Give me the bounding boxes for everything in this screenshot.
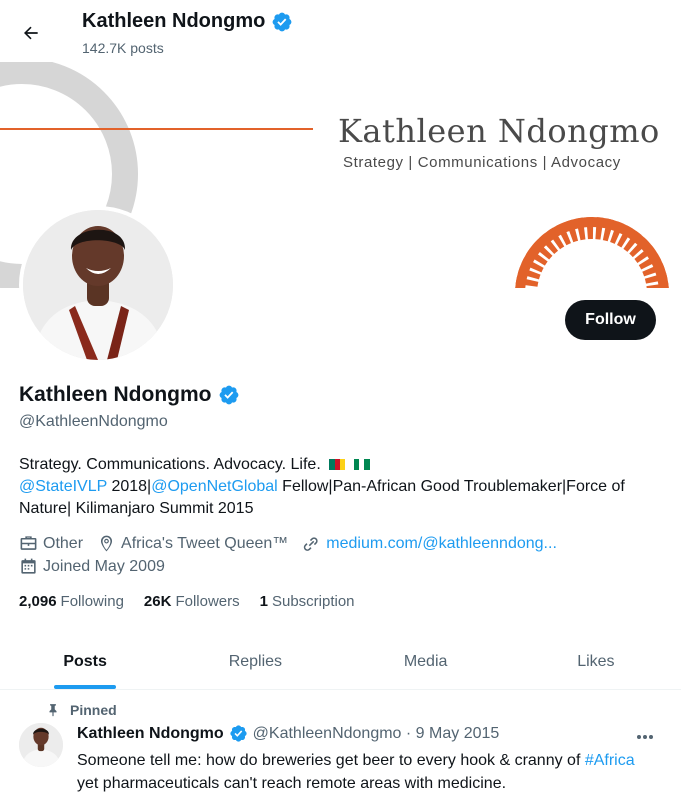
profile-name-row: Kathleen Ndongmo xyxy=(19,383,240,407)
arrow-left-icon xyxy=(24,26,38,40)
banner-title: Kathleen Ndongmo xyxy=(338,112,660,150)
briefcase-icon xyxy=(20,536,37,550)
profile-location: Africa's Tweet Queen™ xyxy=(97,534,288,553)
tab-replies[interactable]: Replies xyxy=(170,635,340,689)
cameroon-flag-icon xyxy=(329,455,346,470)
subscription-label: Subscription xyxy=(271,593,355,610)
header-posts-count: 142.7K posts xyxy=(82,40,164,56)
pinned-post[interactable]: Pinned Kathleen Ndongmo @KathleenNdongmo… xyxy=(0,691,681,800)
calendar-icon xyxy=(21,558,36,574)
post-text-part-2: yet pharmaceuticals can't reach remote a… xyxy=(77,775,507,792)
category-label: Other xyxy=(43,534,84,552)
profile-joined-row: Joined May 2009 xyxy=(19,557,179,576)
bio-mention-opennetglobal[interactable]: @OpenNetGlobal xyxy=(151,478,278,495)
bio-text-1: Strategy. Communications. Advocacy. Life… xyxy=(19,456,321,473)
post-author-name[interactable]: Kathleen Ndongmo xyxy=(77,725,224,743)
avatar-photo xyxy=(23,210,173,360)
profile-meta-row: Other Africa's Tweet Queen™ medium.com/@… xyxy=(19,534,571,553)
followers-label: Followers xyxy=(175,593,240,610)
pinned-indicator: Pinned xyxy=(46,702,117,718)
profile-display-name: Kathleen Ndongmo xyxy=(19,383,212,406)
banner-subtitle: Strategy | Communications | Advocacy xyxy=(343,154,621,171)
location-label: Africa's Tweet Queen™ xyxy=(121,534,289,552)
location-pin-icon xyxy=(100,535,113,552)
link-icon xyxy=(304,537,318,551)
post-text: Someone tell me: how do breweries get be… xyxy=(77,749,657,795)
bio-line-2: @StateIVLP 2018|@OpenNetGlobal Fellow|Pa… xyxy=(19,476,664,520)
subscription-count: 1 xyxy=(259,593,268,610)
joined-label: Joined May 2009 xyxy=(43,557,165,575)
tab-posts[interactable]: Posts xyxy=(0,635,170,689)
following-count: 2,096 xyxy=(19,593,57,610)
bio-text-2: 2018| xyxy=(107,478,152,495)
profile-handle: @KathleenNdongmo xyxy=(19,413,168,430)
follow-button[interactable]: Follow xyxy=(565,300,656,340)
pin-icon xyxy=(49,704,57,717)
profile-joined: Joined May 2009 xyxy=(19,557,165,576)
profile-top-bar: Kathleen Ndongmo 142.7K posts xyxy=(0,0,681,62)
post-text-part-1: Someone tell me: how do breweries get be… xyxy=(77,752,585,769)
bio-line-1: Strategy. Communications. Advocacy. Life… xyxy=(19,454,664,476)
profile-avatar[interactable] xyxy=(19,206,177,364)
header-name: Kathleen Ndongmo xyxy=(82,10,266,32)
tab-likes[interactable]: Likes xyxy=(511,635,681,689)
followers-stat[interactable]: 26K Followers xyxy=(144,593,240,610)
profile-category: Other xyxy=(19,534,83,553)
post-hashtag-africa[interactable]: #Africa xyxy=(585,752,635,769)
back-button[interactable] xyxy=(14,16,48,50)
profile-website[interactable]: medium.com/@kathleenndong... xyxy=(302,534,557,553)
verified-badge-icon xyxy=(230,725,247,742)
post-more-button[interactable] xyxy=(633,727,657,747)
more-dots-icon xyxy=(637,735,653,739)
profile-tabs: Posts Replies Media Likes xyxy=(0,635,681,690)
subscription-stat[interactable]: 1 Subscription xyxy=(260,593,355,610)
followers-count: 26K xyxy=(143,593,172,610)
post-header: Kathleen Ndongmo @KathleenNdongmo · 9 Ma… xyxy=(77,724,499,743)
verified-badge-icon xyxy=(272,12,292,31)
post-author-avatar[interactable] xyxy=(19,723,63,767)
post-avatar-photo xyxy=(19,723,63,767)
header-name-row: Kathleen Ndongmo xyxy=(82,10,293,33)
following-label: Following xyxy=(60,593,124,610)
bio-mention-stateivlp[interactable]: @StateIVLP xyxy=(19,478,107,495)
verified-badge-icon[interactable] xyxy=(218,384,240,406)
post-handle-date[interactable]: @KathleenNdongmo · 9 May 2015 xyxy=(253,725,500,743)
nigeria-flag-icon xyxy=(353,455,370,470)
following-stat[interactable]: 2,096 Following xyxy=(19,593,124,610)
profile-bio: Strategy. Communications. Advocacy. Life… xyxy=(19,454,664,520)
pinned-label: Pinned xyxy=(70,702,117,718)
tab-media[interactable]: Media xyxy=(341,635,511,689)
website-link[interactable]: medium.com/@kathleenndong... xyxy=(326,535,557,553)
profile-stats: 2,096 Following 26K Followers 1 Subscriptio… xyxy=(19,593,355,610)
